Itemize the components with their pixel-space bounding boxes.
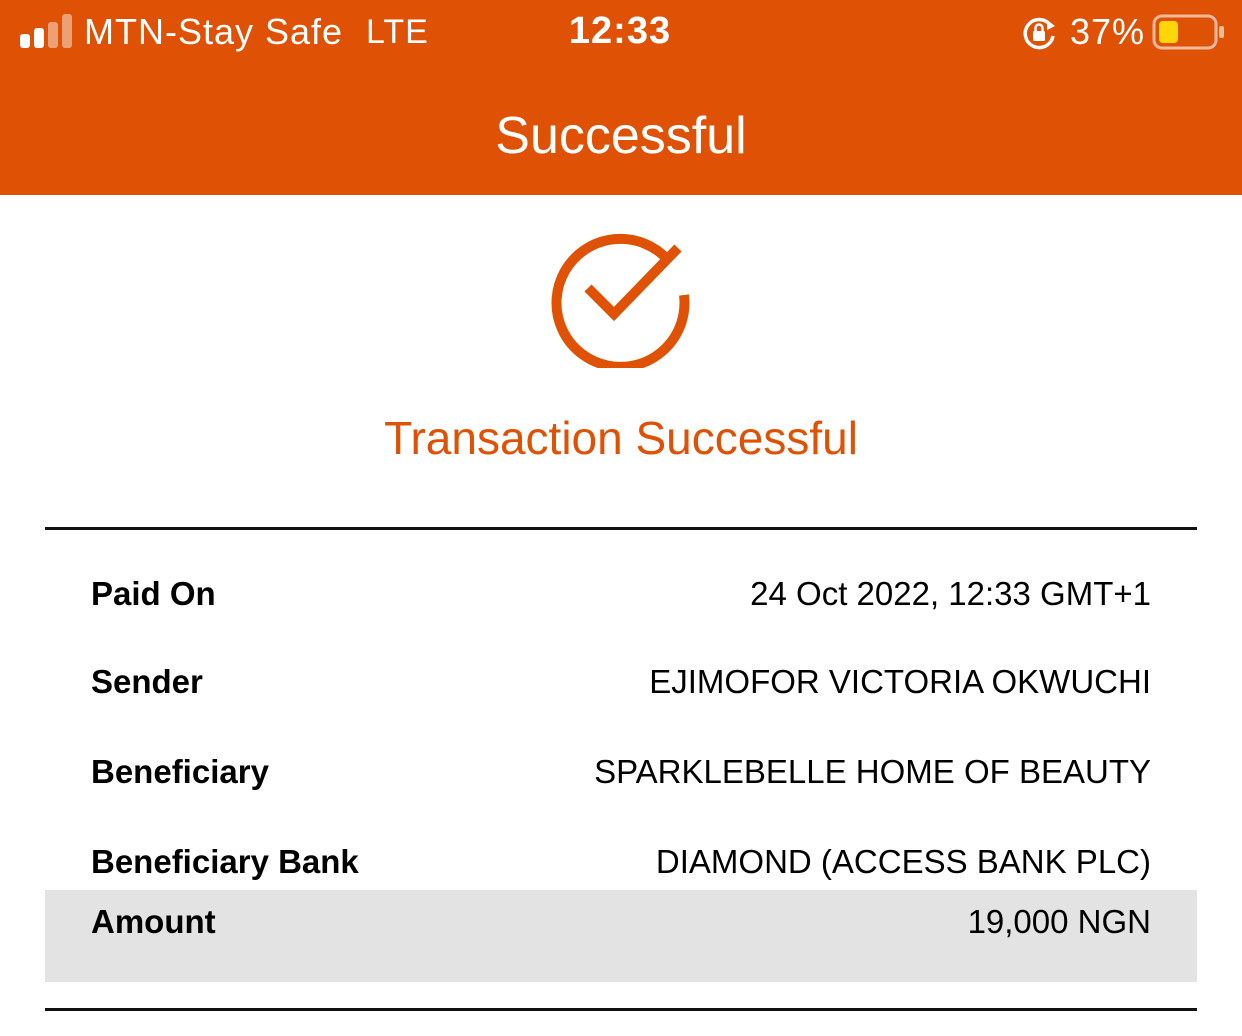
transaction-details: Paid On 24 Oct 2022, 12:33 GMT+1 Sender … [45,527,1197,982]
detail-label: Amount [91,903,216,940]
detail-value: 24 Oct 2022, 12:33 GMT+1 [750,575,1151,612]
network-type: LTE [366,13,429,51]
detail-row-paid-on: Paid On 24 Oct 2022, 12:33 GMT+1 [45,530,1197,620]
transaction-status-message: Transaction Successful [384,412,858,464]
rotation-lock-icon [1023,17,1055,50]
page-title: Successful [495,107,747,165]
status-bar: MTN-Stay Safe LTE 12:33 37% [0,0,1242,66]
detail-row-beneficiary: Beneficiary SPARKLEBELLE HOME OF BEAUTY [45,710,1197,800]
detail-label: Beneficiary [91,753,269,790]
detail-label: Sender [91,663,203,700]
amount-value: 19,000 NGN [967,903,1151,940]
app-header: MTN-Stay Safe LTE 12:33 37% Successful [0,0,1242,195]
detail-row-beneficiary-bank: Beneficiary Bank DIAMOND (ACCESS BANK PL… [45,800,1197,890]
detail-row-sender: Sender EJIMOFOR VICTORIA OKWUCHI [45,620,1197,710]
detail-value: SPARKLEBELLE HOME OF BEAUTY [594,753,1151,790]
detail-label: Paid On [91,575,216,612]
detail-value: EJIMOFOR VICTORIA OKWUCHI [649,663,1151,700]
carrier-name: MTN-Stay Safe [84,11,344,52]
detail-label: Beneficiary Bank [91,843,359,880]
check-circle-icon [551,233,690,368]
detail-value: DIAMOND (ACCESS BANK PLC) [655,843,1151,880]
battery-percentage: 37% [1070,11,1146,52]
divider [45,1008,1197,1011]
status-time: 12:33 [568,10,672,52]
signal-icon [20,14,72,48]
battery-icon [1152,14,1224,50]
detail-row-amount: Amount 19,000 NGN [45,890,1197,982]
